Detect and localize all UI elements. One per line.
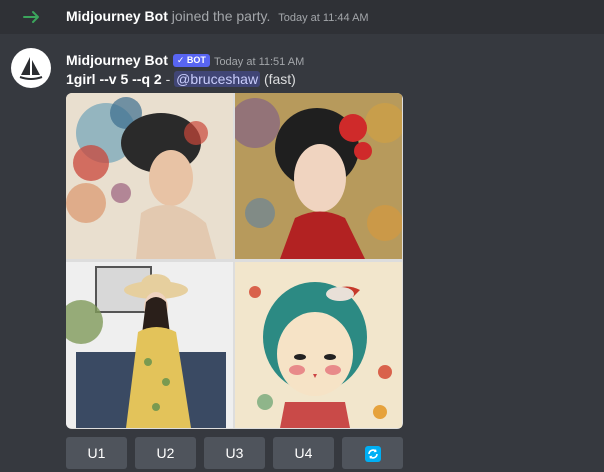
reroll-button[interactable] [342, 437, 403, 469]
prompt-text: 1girl --v 5 --q 2 [66, 71, 162, 87]
speed-label: (fast) [263, 71, 296, 87]
image-tile-1[interactable] [66, 93, 233, 259]
image-tile-4[interactable] [235, 262, 402, 428]
avatar[interactable] [11, 48, 51, 88]
refresh-icon [364, 446, 381, 463]
image-tile-3[interactable] [66, 262, 233, 428]
image-grid[interactable] [66, 93, 403, 429]
bot-badge: ✓ BOT [172, 54, 210, 67]
upscale-2-button[interactable]: U2 [135, 437, 196, 469]
upscale-4-button[interactable]: U4 [273, 437, 334, 469]
sailboat-icon [19, 57, 43, 80]
prompt-separator: - [161, 71, 175, 87]
user-mention[interactable]: @bruceshaw [174, 71, 261, 87]
join-action: joined the party. [171, 8, 271, 24]
author-name[interactable]: Midjourney Bot [66, 52, 168, 68]
arrow-right-icon [23, 11, 39, 23]
image-tile-2[interactable] [235, 93, 402, 259]
join-bot-name[interactable]: Midjourney Bot [66, 8, 168, 24]
prompt-line: 1girl --v 5 --q 2 - @bruceshaw (fast) [66, 71, 296, 87]
join-timestamp: Today at 11:44 AM [278, 12, 369, 24]
join-message: Midjourney Bot joined the party. Today a… [0, 0, 604, 34]
upscale-1-button[interactable]: U1 [66, 437, 127, 469]
message-header: Midjourney Bot ✓ BOT Today at 11:51 AM [66, 52, 304, 68]
message-timestamp: Today at 11:51 AM [213, 56, 305, 68]
upscale-3-button[interactable]: U3 [204, 437, 265, 469]
